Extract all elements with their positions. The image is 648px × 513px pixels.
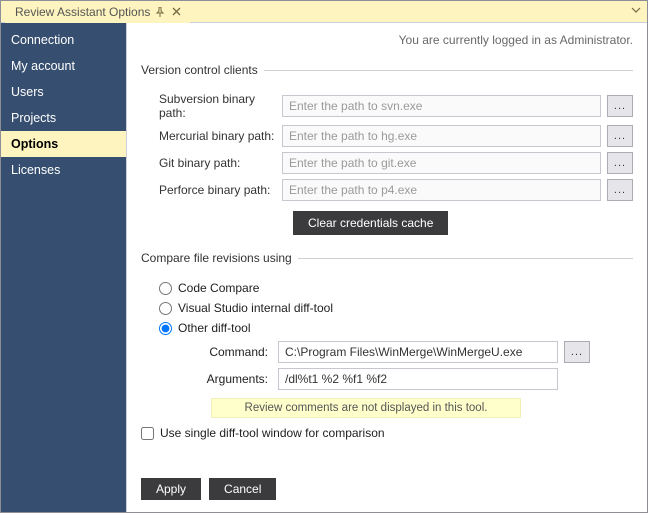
sidebar-item-projects[interactable]: Projects <box>1 105 126 131</box>
browse-command-button[interactable]: ... <box>564 341 590 363</box>
browse-git-button[interactable]: ... <box>607 152 633 174</box>
chevron-down-icon[interactable] <box>631 5 641 15</box>
radio-code-compare-input[interactable] <box>159 282 172 295</box>
input-arguments[interactable] <box>278 368 558 390</box>
radio-vs-internal-input[interactable] <box>159 302 172 315</box>
clear-credentials-button[interactable]: Clear credentials cache <box>293 211 448 235</box>
row-hg: Mercurial binary path: ... <box>141 125 633 147</box>
input-hg-path[interactable] <box>282 125 601 147</box>
input-svn-path[interactable] <box>282 95 601 117</box>
radio-code-compare-label: Code Compare <box>178 281 259 295</box>
window-tab[interactable]: Review Assistant Options <box>5 1 190 23</box>
group-compare: Compare file revisions using Code Compar… <box>141 251 633 444</box>
window: Review Assistant Options Connection My a… <box>0 0 648 513</box>
row-git: Git binary path: ... <box>141 152 633 174</box>
input-p4-path[interactable] <box>282 179 601 201</box>
other-diff-subpanel: Command: ... Arguments: Review comments … <box>177 341 633 418</box>
titlebar: Review Assistant Options <box>1 1 647 23</box>
sidebar-item-licenses[interactable]: Licenses <box>1 157 126 183</box>
row-p4: Perforce binary path: ... <box>141 179 633 201</box>
radio-code-compare[interactable]: Code Compare <box>159 281 633 295</box>
label-arguments: Arguments: <box>177 372 272 386</box>
label-p4: Perforce binary path: <box>141 183 276 197</box>
label-git: Git binary path: <box>141 156 276 170</box>
sidebar-item-my-account[interactable]: My account <box>1 53 126 79</box>
sidebar-item-connection[interactable]: Connection <box>1 27 126 53</box>
row-command: Command: ... <box>177 341 633 363</box>
radio-other-input[interactable] <box>159 322 172 335</box>
label-hg: Mercurial binary path: <box>141 129 276 143</box>
body: Connection My account Users Projects Opt… <box>1 23 647 512</box>
compare-note: Review comments are not displayed in thi… <box>211 398 521 418</box>
sidebar-item-users[interactable]: Users <box>1 79 126 105</box>
browse-svn-button[interactable]: ... <box>607 95 633 117</box>
window-title: Review Assistant Options <box>15 5 150 19</box>
cancel-button[interactable]: Cancel <box>209 478 276 500</box>
input-git-path[interactable] <box>282 152 601 174</box>
browse-p4-button[interactable]: ... <box>607 179 633 201</box>
label-svn: Subversion binary path: <box>141 92 276 120</box>
single-window-checkbox[interactable] <box>141 427 154 440</box>
group-compare-legend: Compare file revisions using <box>141 251 298 265</box>
input-command[interactable] <box>278 341 558 363</box>
radio-other[interactable]: Other diff-tool <box>159 321 633 335</box>
single-window-row[interactable]: Use single diff-tool window for comparis… <box>141 426 633 440</box>
group-vcs-legend: Version control clients <box>141 63 264 77</box>
main-panel: You are currently logged in as Administr… <box>126 23 647 512</box>
content: Version control clients Subversion binar… <box>127 55 647 470</box>
radio-other-label: Other diff-tool <box>178 321 250 335</box>
group-vcs: Version control clients Subversion binar… <box>141 63 633 239</box>
label-command: Command: <box>177 345 272 359</box>
clear-cache-row: Clear credentials cache <box>141 211 633 235</box>
single-window-label: Use single diff-tool window for comparis… <box>160 426 385 440</box>
login-status: You are currently logged in as Administr… <box>127 23 647 55</box>
sidebar: Connection My account Users Projects Opt… <box>1 23 126 512</box>
row-svn: Subversion binary path: ... <box>141 92 633 120</box>
browse-hg-button[interactable]: ... <box>607 125 633 147</box>
row-arguments: Arguments: <box>177 368 633 390</box>
apply-button[interactable]: Apply <box>141 478 201 500</box>
radio-vs-internal[interactable]: Visual Studio internal diff-tool <box>159 301 633 315</box>
close-icon[interactable] <box>170 6 182 18</box>
radio-vs-internal-label: Visual Studio internal diff-tool <box>178 301 333 315</box>
footer: Apply Cancel <box>127 470 647 512</box>
sidebar-item-options[interactable]: Options <box>1 131 126 157</box>
pin-icon[interactable] <box>154 6 166 18</box>
